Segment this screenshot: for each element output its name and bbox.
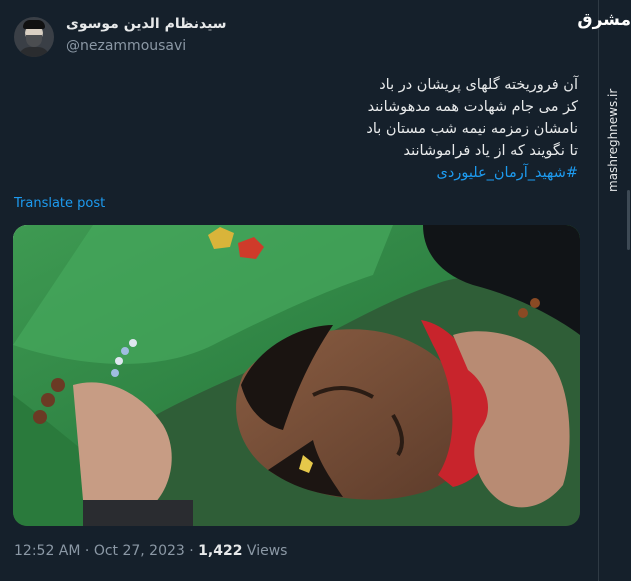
views-label: Views [246, 543, 288, 559]
mashregh-logo: مشرق [577, 10, 631, 30]
scrollbar[interactable] [627, 190, 630, 250]
post-line: تا نگویند که از یاد فراموشانند [403, 143, 578, 159]
post-meta: 12:52 AM · Oct 27, 2023 · 1,422 Views [14, 543, 287, 559]
hashtag-link[interactable]: #شهید_آرمان_علیوردی [158, 162, 578, 184]
watermark-site: mashreghnews.ir [606, 88, 620, 192]
post-text: آن فروریخته گلهای پریشان در باد کز می جا… [158, 74, 578, 184]
post-date[interactable]: Oct 27, 2023 [94, 543, 185, 559]
meta-separator: · [84, 543, 90, 559]
post-photo[interactable] [13, 225, 580, 526]
post-time[interactable]: 12:52 AM [14, 543, 80, 559]
views-count: 1,422 [198, 543, 243, 559]
author-name[interactable]: سیدنظام الدین موسوی [66, 16, 227, 32]
post-line: کز می جام شهادت همه مدهوشانند [367, 99, 578, 115]
tweet: سیدنظام الدین موسوی @nezammousavi آن فرو… [0, 0, 598, 581]
photo-icon [13, 225, 580, 526]
meta-separator: · [189, 543, 194, 559]
author-handle[interactable]: @nezammousavi [66, 38, 186, 54]
author-avatar[interactable] [14, 17, 54, 57]
post-line: نامشان زمزمه نیمه شب مستان باد [366, 121, 578, 137]
translate-post-link[interactable]: Translate post [14, 196, 105, 211]
post-line: آن فروریخته گلهای پریشان در باد [379, 77, 578, 93]
